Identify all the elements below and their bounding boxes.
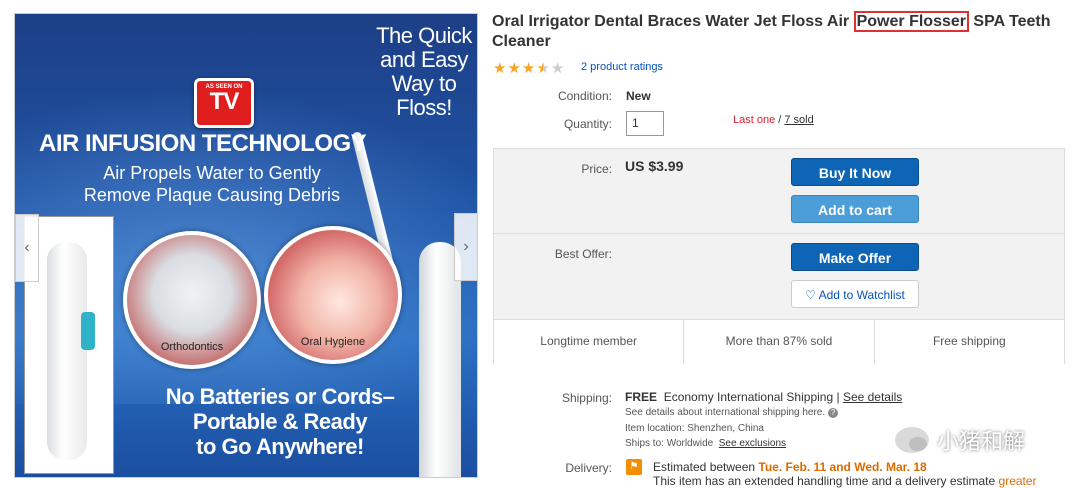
buy-box-divider [494, 233, 1064, 234]
wechat-watermark: 小猪和解 [895, 424, 1025, 456]
flosser-cap [81, 312, 95, 350]
feature-longtime-member: Longtime member [494, 320, 685, 364]
item-location: Item location: Shenzhen, China [625, 423, 764, 434]
image-headline: AIR INFUSION TECHNOLOGY [39, 130, 367, 157]
delivery-label: Delivery: [565, 461, 612, 475]
quantity-input[interactable]: 1 [626, 111, 664, 136]
delivery-flag-icon: ⚑ [626, 459, 642, 475]
ships-to: Ships to: Worldwide See exclusions [625, 438, 787, 449]
flosser-body [47, 242, 87, 460]
star-empty-icon: ★ [550, 60, 565, 77]
buy-it-now-button[interactable]: Buy It Now [791, 158, 919, 186]
oral-hygiene-circle: Oral Hygiene [264, 226, 402, 364]
prev-image-button[interactable]: ‹ [15, 214, 39, 282]
image-subheadline: Air Propels Water to Gently Remove Plaqu… [83, 163, 341, 205]
star-rating[interactable]: ★★★★★ 2 product ratings [493, 60, 663, 77]
shipping-summary: FREE Economy International Shipping | Se… [625, 390, 903, 404]
star-half-icon: ★ [536, 60, 550, 77]
feature-strip: Longtime member More than 87% sold Free … [494, 319, 1064, 364]
see-exclusions-link[interactable]: See exclusions [719, 438, 786, 449]
best-offer-label: Best Offer: [554, 247, 612, 261]
product-image[interactable]: The Quick and Easy Way to Floss! AS SEEN… [14, 13, 478, 478]
star-icon: ★ [521, 60, 536, 77]
quantity-label: Quantity: [563, 117, 612, 131]
sold-count-link[interactable]: 7 sold [784, 114, 813, 126]
product-title: Oral Irrigator Dental Braces Water Jet F… [492, 11, 1051, 50]
orthodontics-circle: Orthodontics [123, 231, 261, 369]
help-icon[interactable]: ? [828, 408, 839, 418]
star-icon: ★ [493, 60, 507, 77]
delivery-estimate: Estimated between Tue. Feb. 11 and Wed. … [653, 460, 927, 474]
add-to-cart-button[interactable]: Add to cart [791, 195, 919, 223]
price-value: US $3.99 [625, 158, 684, 174]
intl-shipping-note: See details about international shipping… [625, 407, 839, 418]
shipping-label: Shipping: [561, 391, 612, 405]
heart-outline-icon: ♡ [805, 288, 816, 302]
add-to-watchlist-button[interactable]: ♡ Add to Watchlist [791, 280, 919, 308]
condition-label: Condition: [557, 89, 612, 103]
chevron-left-icon: ‹ [24, 239, 30, 256]
star-icon: ★ [507, 60, 521, 77]
next-image-button[interactable]: › [454, 213, 477, 281]
price-label: Price: [581, 162, 612, 176]
product-ratings-link[interactable]: 2 product ratings [581, 61, 663, 73]
chevron-right-icon: › [463, 238, 469, 255]
wechat-icon [895, 427, 929, 453]
condition-value: New [626, 89, 651, 103]
feature-free-shipping: Free shipping [932, 334, 1006, 348]
buy-box: Price: US $3.99 Buy It Now Add to cart B… [493, 148, 1065, 364]
stock-status: Last one / 7 sold [733, 114, 814, 126]
image-bottom-text: No Batteries or Cords– Portable & Ready … [165, 384, 395, 459]
image-tagline: The Quick and Easy Way to Floss! [376, 23, 472, 120]
shipping-details-link[interactable]: See details [843, 390, 902, 404]
make-offer-button[interactable]: Make Offer [791, 243, 919, 271]
feature-percent-sold: More than 87% sold [684, 320, 875, 364]
title-highlight: Power Flosser [853, 11, 969, 32]
as-seen-on-tv-badge: AS SEEN ON TV [194, 78, 254, 128]
